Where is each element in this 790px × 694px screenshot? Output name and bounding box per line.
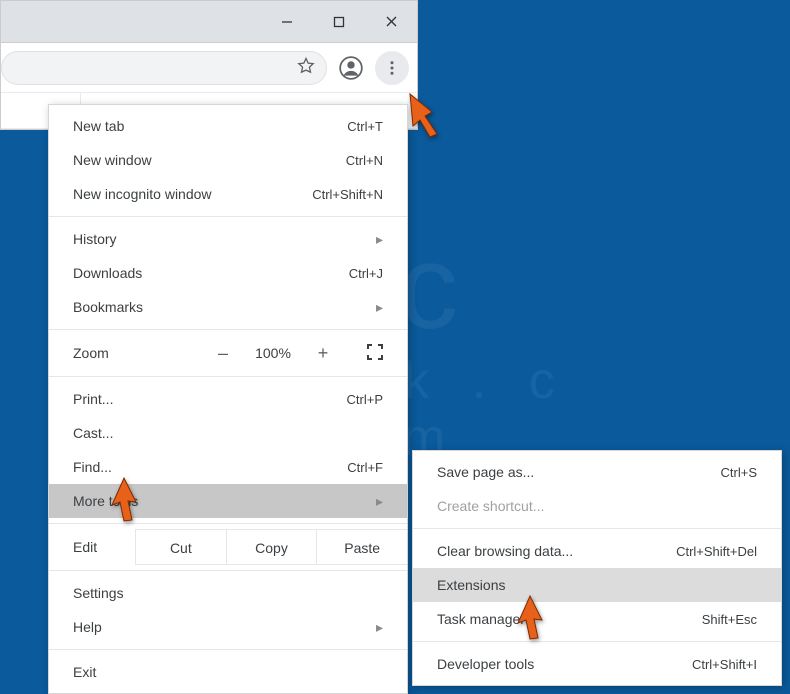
toolbar: [1, 43, 417, 93]
label: Clear browsing data...: [437, 543, 676, 559]
edit-cut-button[interactable]: Cut: [135, 529, 226, 565]
fullscreen-icon: [367, 344, 383, 360]
menu-item-zoom: Zoom – 100% +: [49, 335, 407, 371]
label: Exit: [73, 664, 383, 680]
minimize-button[interactable]: [261, 1, 313, 43]
menu-item-edit: Edit Cut Copy Paste: [49, 529, 407, 565]
chevron-right-icon: ▸: [376, 619, 383, 636]
label: Save page as...: [437, 464, 721, 480]
separator: [49, 216, 407, 217]
maximize-button[interactable]: [313, 1, 365, 43]
menu-item-incognito[interactable]: New incognito window Ctrl+Shift+N: [49, 177, 407, 211]
shortcut: Ctrl+Shift+I: [692, 657, 757, 672]
label: New tab: [73, 118, 347, 134]
annotation-arrow-kebab: [404, 90, 454, 140]
edit-paste-button[interactable]: Paste: [316, 529, 407, 565]
menu-item-downloads[interactable]: Downloads Ctrl+J: [49, 256, 407, 290]
zoom-percent: 100%: [249, 345, 297, 361]
label: Developer tools: [437, 656, 692, 672]
menu-item-cast[interactable]: Cast...: [49, 416, 407, 450]
label: Task manager: [437, 611, 702, 627]
chevron-right-icon: ▸: [376, 299, 383, 316]
profile-button[interactable]: [333, 50, 369, 86]
shortcut: Ctrl+P: [347, 392, 383, 407]
more-tools-submenu: Save page as... Ctrl+S Create shortcut..…: [412, 450, 782, 686]
separator: [49, 570, 407, 571]
chevron-right-icon: ▸: [376, 493, 383, 510]
zoom-out-button[interactable]: –: [213, 343, 233, 364]
separator: [413, 641, 781, 642]
chevron-right-icon: ▸: [376, 231, 383, 248]
label: Help: [73, 619, 368, 635]
zoom-in-button[interactable]: +: [313, 343, 333, 364]
submenu-item-extensions[interactable]: Extensions: [413, 568, 781, 602]
menu-item-new-tab[interactable]: New tab Ctrl+T: [49, 109, 407, 143]
separator: [49, 329, 407, 330]
shortcut: Ctrl+Shift+N: [312, 187, 383, 202]
label: Print...: [73, 391, 347, 407]
label: Bookmarks: [73, 299, 368, 315]
shortcut: Ctrl+J: [349, 266, 383, 281]
annotation-arrow-extensions: [508, 592, 558, 642]
bookmark-star-icon[interactable]: [296, 56, 316, 79]
titlebar: [1, 1, 417, 43]
shortcut: Ctrl+F: [347, 460, 383, 475]
shortcut: Ctrl+Shift+Del: [676, 544, 757, 559]
shortcut: Shift+Esc: [702, 612, 757, 627]
fullscreen-button[interactable]: [367, 344, 383, 363]
label: Extensions: [437, 577, 757, 593]
zoom-label: Zoom: [73, 345, 197, 361]
menu-item-print[interactable]: Print... Ctrl+P: [49, 382, 407, 416]
separator: [49, 649, 407, 650]
edit-label: Edit: [49, 539, 135, 555]
menu-item-bookmarks[interactable]: Bookmarks ▸: [49, 290, 407, 324]
omnibox[interactable]: [1, 51, 327, 85]
separator: [49, 376, 407, 377]
annotation-arrow-more-tools: [102, 474, 152, 524]
submenu-item-create-shortcut: Create shortcut...: [413, 489, 781, 523]
submenu-item-task-manager[interactable]: Task manager Shift+Esc: [413, 602, 781, 636]
menu-item-settings[interactable]: Settings: [49, 576, 407, 610]
edit-copy-button[interactable]: Copy: [226, 529, 317, 565]
menu-item-new-window[interactable]: New window Ctrl+N: [49, 143, 407, 177]
label: New window: [73, 152, 346, 168]
submenu-item-dev-tools[interactable]: Developer tools Ctrl+Shift+I: [413, 647, 781, 681]
label: History: [73, 231, 368, 247]
kebab-menu-button[interactable]: [375, 51, 409, 85]
label: New incognito window: [73, 186, 312, 202]
menu-item-help[interactable]: Help ▸: [49, 610, 407, 644]
submenu-item-clear-data[interactable]: Clear browsing data... Ctrl+Shift+Del: [413, 534, 781, 568]
label: Cast...: [73, 425, 383, 441]
shortcut: Ctrl+S: [721, 465, 757, 480]
menu-item-exit[interactable]: Exit: [49, 655, 407, 689]
separator: [413, 528, 781, 529]
chrome-main-menu: New tab Ctrl+T New window Ctrl+N New inc…: [48, 104, 408, 694]
submenu-item-save-page[interactable]: Save page as... Ctrl+S: [413, 455, 781, 489]
shortcut: Ctrl+N: [346, 153, 383, 168]
close-button[interactable]: [365, 1, 417, 43]
kebab-icon: [383, 59, 401, 77]
label: Create shortcut...: [437, 498, 757, 514]
label: Downloads: [73, 265, 349, 281]
shortcut: Ctrl+T: [347, 119, 383, 134]
label: Find...: [73, 459, 347, 475]
label: Settings: [73, 585, 383, 601]
menu-item-history[interactable]: History ▸: [49, 222, 407, 256]
